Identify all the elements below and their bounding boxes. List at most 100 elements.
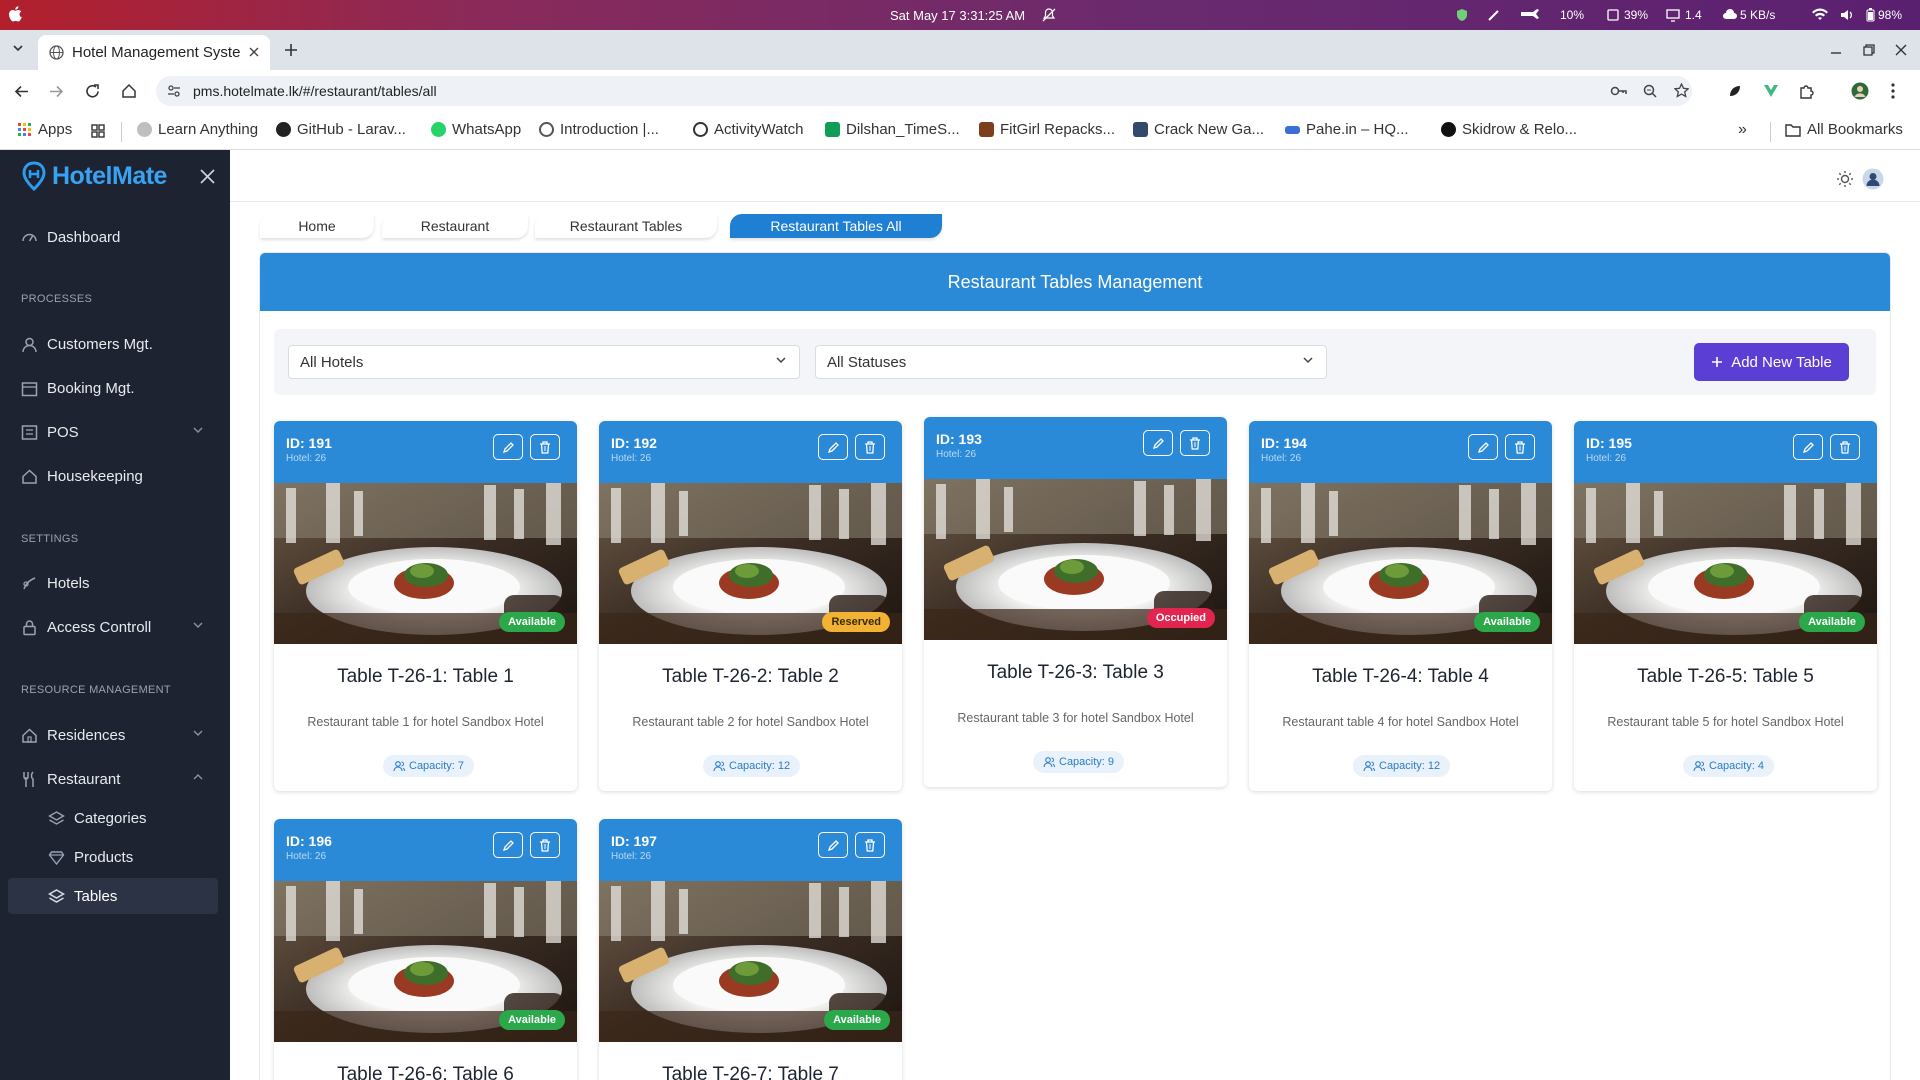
battery-charge-readout[interactable]: 10%	[1560, 8, 1584, 22]
close-tab-icon[interactable]	[248, 46, 260, 58]
sidebar-item-pos[interactable]: POS	[0, 413, 230, 451]
table-id: ID: 194	[1261, 435, 1307, 451]
site-settings-icon[interactable]	[167, 84, 181, 98]
extensions-puzzle-icon[interactable]	[1799, 83, 1815, 99]
reload-icon[interactable]	[85, 84, 100, 99]
home-icon[interactable]	[121, 83, 137, 99]
notifications-off-icon[interactable]	[1042, 8, 1056, 22]
edit-table-button[interactable]	[1468, 434, 1498, 460]
restore-icon[interactable]	[1863, 44, 1875, 56]
url-text[interactable]: pms.hotelmate.lk/#/restaurant/tables/all	[193, 83, 437, 99]
volume-icon[interactable]	[1840, 8, 1854, 22]
breadcrumb-home[interactable]: Home	[260, 214, 374, 238]
extension-leaf-icon[interactable]	[1727, 83, 1743, 99]
sidebar-item-residences[interactable]: Residences	[0, 716, 230, 754]
sidebar-item-products[interactable]: Products	[0, 838, 230, 876]
bookmark-item[interactable]: ActivityWatch	[693, 121, 803, 138]
all-bookmarks-folder[interactable]: All Bookmarks	[1785, 121, 1903, 138]
network-readout[interactable]: 5 KB/s	[1740, 8, 1775, 22]
breadcrumb-restaurant-tables-all[interactable]: Restaurant Tables All	[730, 214, 942, 238]
forward-icon[interactable]	[49, 84, 64, 99]
edit-table-button[interactable]	[1793, 434, 1823, 460]
color-picker-icon[interactable]	[1487, 8, 1501, 22]
more-bookmarks-chevron-icon[interactable]: »	[1738, 121, 1747, 139]
breadcrumb-restaurant[interactable]: Restaurant	[382, 214, 528, 238]
close-sidebar-icon[interactable]	[200, 169, 215, 184]
close-window-icon[interactable]	[1895, 44, 1907, 56]
sidebar-item-customers[interactable]: Customers Mgt.	[0, 325, 230, 363]
delete-table-button[interactable]	[855, 832, 885, 858]
user-avatar-icon[interactable]	[1862, 168, 1884, 190]
bookmark-apps[interactable]: Apps	[18, 121, 72, 138]
battery-icon[interactable]	[1866, 8, 1875, 22]
bookmark-item[interactable]: FitGirl Repacks...	[979, 121, 1115, 138]
delete-table-button[interactable]	[1505, 434, 1535, 460]
profile-avatar-icon[interactable]	[1851, 82, 1869, 100]
back-icon[interactable]	[14, 84, 29, 99]
shield-icon[interactable]	[1455, 8, 1469, 22]
add-new-table-button[interactable]: Add New Table	[1694, 343, 1849, 381]
gaming-icon[interactable]	[1520, 8, 1540, 22]
cpu-readout[interactable]: 39%	[1624, 8, 1648, 22]
sidebar-item-access-control[interactable]: Access Controll	[0, 608, 230, 646]
card-header: ID: 192 Hotel: 26	[599, 421, 902, 483]
zoom-icon[interactable]	[1643, 84, 1657, 98]
table-card[interactable]: ID: 193 Hotel: 26 Occupied Table T-26-3: Ta…	[924, 417, 1227, 787]
edit-table-button[interactable]	[493, 832, 523, 858]
extension-vue-icon[interactable]	[1763, 83, 1779, 99]
hotel-filter-select[interactable]: All Hotels	[288, 345, 800, 379]
minimize-icon[interactable]	[1830, 44, 1842, 56]
sidebar-item-tables[interactable]: Tables	[0, 877, 230, 915]
breadcrumb-restaurant-tables[interactable]: Restaurant Tables	[535, 214, 717, 238]
theme-toggle-sun-icon[interactable]	[1836, 170, 1854, 188]
edit-table-button[interactable]	[493, 434, 523, 460]
sidebar-item-booking[interactable]: Booking Mgt.	[0, 369, 230, 407]
edit-table-button[interactable]	[818, 832, 848, 858]
bookmark-item[interactable]: Crack New Ga...	[1133, 121, 1264, 138]
edit-table-button[interactable]	[1143, 430, 1173, 456]
sidebar-item-restaurant[interactable]: Restaurant	[0, 760, 230, 798]
sidebar-item-categories[interactable]: Categories	[0, 799, 230, 837]
delete-table-button[interactable]	[530, 832, 560, 858]
card-header: ID: 191 Hotel: 26	[274, 421, 577, 483]
tab-groups-icon[interactable]	[91, 124, 105, 138]
edit-table-button[interactable]	[818, 434, 848, 460]
bookmark-item[interactable]: GitHub - Larav...	[276, 121, 406, 138]
bookmark-item[interactable]: Introduction |...	[539, 121, 659, 138]
browser-tab-active[interactable]: Hotel Management Syste	[38, 35, 270, 70]
table-card[interactable]: ID: 196 Hotel: 26 Available Table T-26-6: T…	[274, 819, 577, 1080]
sidebar-item-housekeeping[interactable]: Housekeeping	[0, 457, 230, 495]
table-card[interactable]: ID: 192 Hotel: 26 Reserved Table T-26-2: Ta…	[599, 421, 902, 791]
delete-table-button[interactable]	[855, 434, 885, 460]
bookmarks-bar: Apps Learn Anything GitHub - Larav... Wh…	[0, 112, 1920, 150]
table-hotel: Hotel: 26	[286, 851, 327, 862]
bookmark-item[interactable]: Pahe.in – HQ...	[1285, 121, 1409, 138]
sidebar-item-hotels[interactable]: Hotels	[0, 564, 230, 602]
table-card[interactable]: ID: 194 Hotel: 26 Available Table T-26-4: T…	[1249, 421, 1552, 791]
bookmark-item[interactable]: Learn Anything	[137, 121, 258, 138]
delete-table-button[interactable]	[1830, 434, 1860, 460]
bookmark-item[interactable]: Skidrow & Relo...	[1441, 121, 1577, 138]
url-bar[interactable]: pms.hotelmate.lk/#/restaurant/tables/all	[156, 76, 1692, 106]
delete-table-button[interactable]	[530, 434, 560, 460]
password-key-icon[interactable]	[1610, 84, 1628, 98]
browser-menu-icon[interactable]	[1891, 83, 1895, 99]
load-readout[interactable]: 1.4	[1685, 8, 1702, 22]
apple-menu-icon[interactable]	[8, 6, 22, 22]
app-logo[interactable]: HotelMate	[20, 161, 167, 191]
status-filter-select[interactable]: All Statuses	[815, 345, 1327, 379]
bookmark-item[interactable]: WhatsApp	[431, 121, 521, 138]
delete-table-button[interactable]	[1180, 430, 1210, 456]
sidebar-item-dashboard[interactable]: Dashboard	[0, 218, 230, 256]
wifi-icon[interactable]	[1812, 8, 1828, 22]
table-card[interactable]: ID: 195 Hotel: 26 Available Table T-26-5: T…	[1574, 421, 1877, 791]
table-card[interactable]: ID: 197 Hotel: 26 Available Table T-26-7: T…	[599, 819, 902, 1080]
clock[interactable]: Sat May 17 3:31:25 AM	[890, 8, 1025, 23]
new-tab-icon[interactable]	[284, 43, 298, 57]
bookmark-star-icon[interactable]	[1674, 83, 1689, 98]
sidebar-item-label: Booking Mgt.	[47, 380, 135, 397]
table-card[interactable]: ID: 191 Hotel: 26 Available Table T-26-1: T…	[274, 421, 577, 791]
tab-list-chevron-icon[interactable]	[12, 42, 24, 54]
bookmark-item[interactable]: Dilshan_TimeS...	[825, 121, 960, 138]
battery-readout[interactable]: 98%	[1878, 8, 1902, 22]
